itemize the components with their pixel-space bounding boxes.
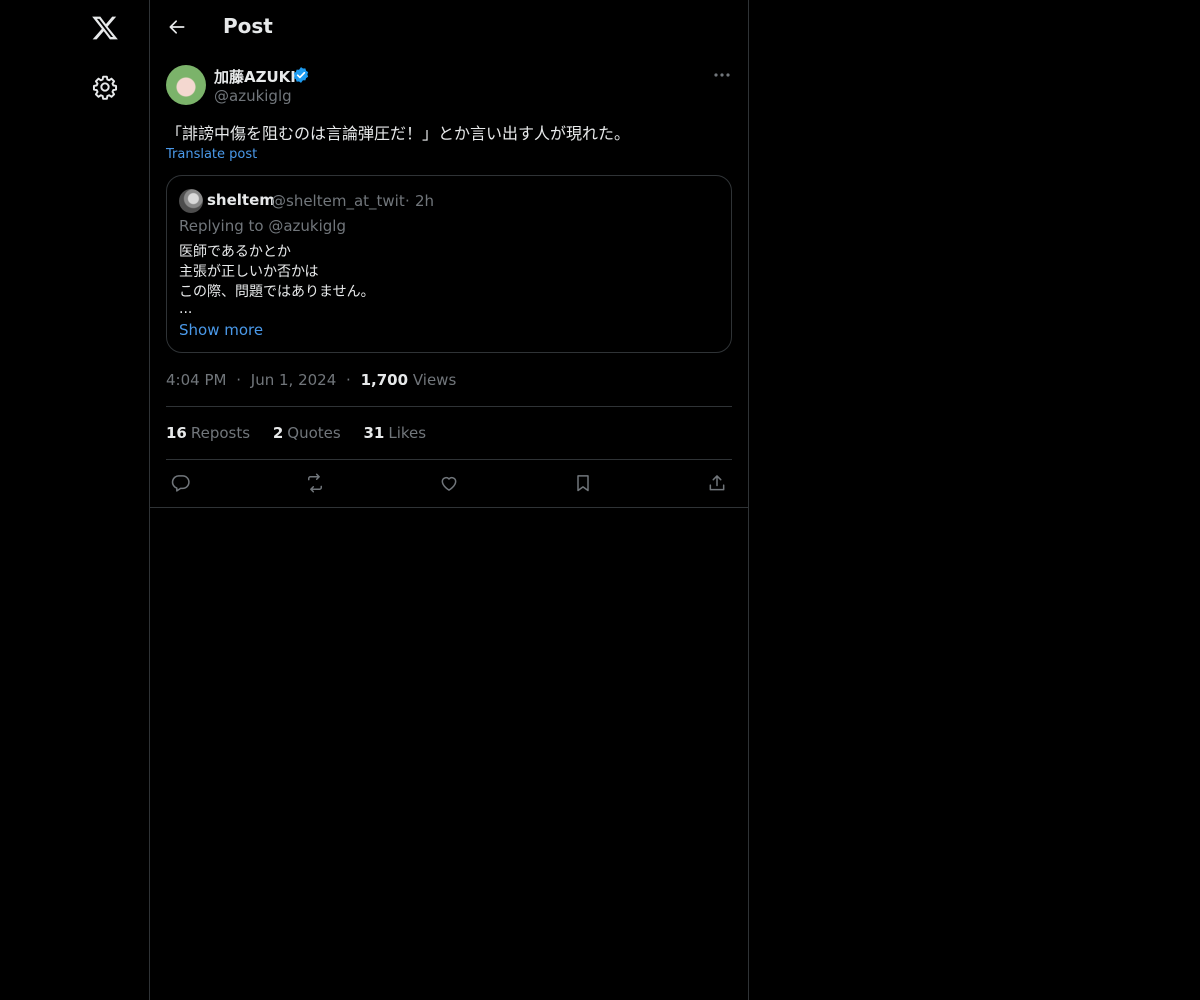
gear-icon [92,75,118,100]
repost-button[interactable] [300,470,330,496]
post-time[interactable]: 4:04 PM [166,371,226,389]
bookmark-button[interactable] [568,470,598,496]
quote-text-line: 主張が正しいか否かは [179,264,319,280]
post-bottom-border [150,507,748,508]
repost-icon [308,473,322,493]
quote-author-handle: @sheltem_at_twit [271,192,405,210]
divider [166,406,732,407]
quotes-count: 2 [272,424,284,442]
author-handle[interactable]: @azukiglg [214,87,292,105]
replying-to-label: Replying to @azukiglg [179,217,346,235]
settings-button[interactable] [80,62,130,112]
quote-text-line: この際、問題ではありません。 [179,284,375,300]
translate-post-link[interactable]: Translate post [166,147,257,162]
quote-text-line: 医師であるかとか [179,244,291,260]
more-dots-icon [714,73,730,77]
reposts-label: Reposts [190,424,251,442]
views-count: 1,700 [360,371,409,389]
reply-icon [171,475,190,492]
author-avatar[interactable] [166,65,206,105]
quote-author-name: sheltem [207,191,275,209]
verified-badge-icon [292,66,310,88]
quote-timestamp: 2h [415,192,435,210]
x-logo-icon [92,16,118,40]
post-metadata: 4:04 PM · Jun 1, 2024 · 1,700 Views [166,371,456,389]
bookmark-icon [577,475,589,492]
meta-separator: · [346,371,351,389]
left-nav-rail [0,0,149,1000]
quotes-label: Quotes [287,424,341,442]
share-icon [709,475,725,491]
divider [166,459,732,460]
post-text: 「誹謗中傷を阻むのは言論弾圧だ！」とか言い出す人が現れた。 [166,124,631,143]
back-button[interactable] [160,10,194,44]
action-bar [166,470,732,496]
quote-text-line: ... [179,301,193,317]
x-logo-button[interactable] [80,3,130,53]
quote-author-avatar [179,189,203,213]
show-more-link[interactable]: Show more [179,321,263,339]
likes-label: Likes [388,424,427,442]
quoted-post-card[interactable]: sheltem @sheltem_at_twit · 2h Replying t… [166,175,732,353]
more-options-button[interactable] [706,64,738,86]
primary-column: Post 加藤AZUKI @azukiglg 「誹謗中傷を阻むのは言論弾圧だ！」… [149,0,749,1000]
quote-separator: · [405,192,410,210]
post-date[interactable]: Jun 1, 2024 [251,371,336,389]
reposts-count: 16 [166,424,187,442]
likes-stat[interactable]: 31 Likes [363,424,426,442]
quotes-stat[interactable]: 2 Quotes [273,424,341,442]
reposts-stat[interactable]: 16 Reposts [166,424,250,442]
like-icon [441,476,457,491]
views-label: Views [412,371,457,389]
page-title: Post [223,14,273,38]
like-button[interactable] [434,470,464,496]
likes-count: 31 [363,424,385,442]
post-header: Post [150,0,748,53]
author-name[interactable]: 加藤AZUKI [214,66,296,87]
reply-button[interactable] [166,470,196,496]
arrow-left-icon [169,20,185,34]
engagement-stats: 16 Reposts 2 Quotes 31 Likes [166,424,444,442]
share-button[interactable] [702,470,732,496]
meta-separator: · [236,371,242,389]
